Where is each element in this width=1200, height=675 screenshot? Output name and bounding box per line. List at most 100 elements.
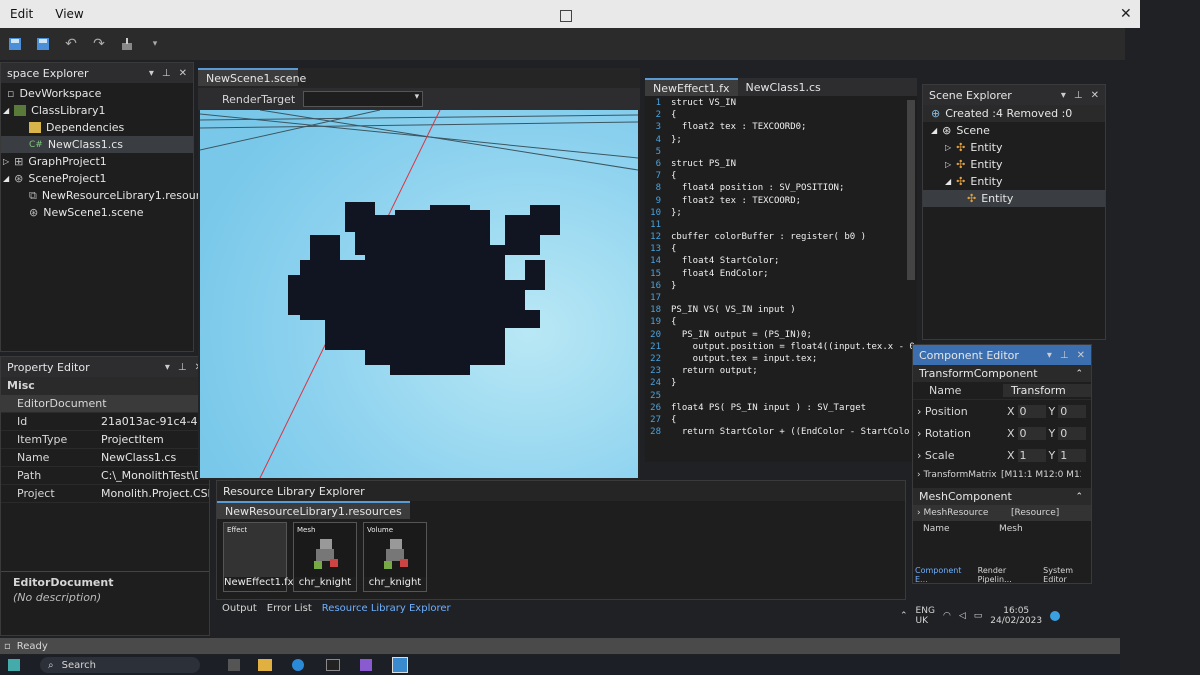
volume-icon[interactable]: ◁: [959, 611, 966, 621]
expand-arrow-icon[interactable]: ◢: [3, 106, 9, 115]
collapse-arrow-icon[interactable]: ▷: [945, 160, 951, 169]
code-line[interactable]: 1 struct VS_IN: [645, 97, 917, 109]
viewport-3d[interactable]: [200, 110, 638, 478]
property-row-project[interactable]: Project Monolith.Project.CShar: [1, 485, 209, 503]
pin-icon[interactable]: ⊥: [1060, 350, 1069, 361]
task-view-icon[interactable]: [228, 659, 240, 671]
expand-arrow-icon[interactable]: ›: [917, 427, 921, 440]
dropdown-icon[interactable]: ▾: [165, 362, 170, 373]
code-line[interactable]: 24}: [645, 377, 917, 389]
code-line[interactable]: 21 output.position = float4((input.tex.x…: [645, 341, 917, 353]
component-row-position[interactable]: › Position X0 Y0: [913, 400, 1091, 422]
property-value[interactable]: 21a013ac-91c4-4cd1-b: [93, 415, 209, 428]
code-line[interactable]: 10};: [645, 207, 917, 219]
tab-error-list[interactable]: Error List: [267, 603, 312, 614]
chevron-up-icon[interactable]: ⌃: [900, 611, 908, 621]
property-header-row[interactable]: EditorDocument: [1, 395, 209, 413]
tab-newscene[interactable]: NewScene1.scene: [198, 68, 306, 86]
code-area[interactable]: 1 struct VS_IN 2{3 float2 tex : TEXCOORD0;…: [645, 96, 917, 438]
component-row-matrix[interactable]: › TransformMatrix [M11:1 M12:0 M13:0 M14: [913, 466, 1091, 484]
file-explorer-icon[interactable]: [258, 659, 272, 671]
code-line[interactable]: 3 float2 tex : TEXCOORD0;: [645, 121, 917, 133]
property-row-name[interactable]: Name NewClass1.cs: [1, 449, 209, 467]
code-line[interactable]: 13 {: [645, 243, 917, 255]
code-line[interactable]: 28 return StartColor + ((EndColor - Star…: [645, 426, 917, 438]
tree-item-dependencies[interactable]: Dependencies: [1, 119, 193, 136]
component-row-scale[interactable]: › Scale X1 Y1: [913, 444, 1091, 466]
dropdown-icon[interactable]: ▾: [1061, 90, 1066, 101]
redo-icon[interactable]: ↷: [90, 35, 108, 53]
tree-item-resourcelibrary[interactable]: ⧉ NewResourceLibrary1.resource: [1, 187, 213, 204]
collapse-icon[interactable]: ⌃: [1075, 369, 1083, 379]
property-value[interactable]: Monolith.Project.CShar: [93, 487, 209, 500]
menu-view[interactable]: View: [55, 7, 83, 21]
scale-y-input[interactable]: 1: [1058, 448, 1087, 462]
code-line[interactable]: 19 {: [645, 316, 917, 328]
code-line[interactable]: 4};: [645, 134, 917, 146]
tab-resource-library-explorer[interactable]: Resource Library Explorer: [322, 603, 451, 614]
taskbar-search[interactable]: ⌕ Search: [40, 657, 200, 673]
tree-item-entity[interactable]: ▷ ✣ Entity: [923, 156, 1105, 173]
restore-icon[interactable]: [560, 10, 572, 22]
property-row-itemtype[interactable]: ItemType ProjectItem: [1, 431, 209, 449]
browser-icon[interactable]: [292, 659, 304, 671]
terminal-icon[interactable]: [326, 659, 340, 671]
code-line[interactable]: 26 float4 PS( PS_IN input ) : SV_Target: [645, 402, 917, 414]
code-line[interactable]: 17: [645, 292, 917, 304]
expand-arrow-icon[interactable]: ›: [917, 508, 921, 518]
tree-item-sceneproject[interactable]: ◢ ⊛ SceneProject1: [1, 170, 193, 187]
language-indicator[interactable]: ENG UK: [916, 606, 935, 626]
dropdown-icon[interactable]: ▾: [149, 68, 154, 79]
section-misc[interactable]: Misc: [1, 377, 209, 395]
clock[interactable]: 16:05 24/02/2023: [990, 606, 1042, 626]
tree-item-entity-selected[interactable]: ✣ Entity: [923, 190, 1105, 207]
visual-studio-icon[interactable]: [360, 659, 372, 671]
battery-icon[interactable]: ▭: [974, 611, 983, 621]
app-icon[interactable]: [392, 657, 408, 673]
close-icon[interactable]: ✕: [1091, 90, 1099, 101]
code-line[interactable]: 11: [645, 219, 917, 231]
code-line[interactable]: 20 PS_IN output = (PS_IN)0;: [645, 329, 917, 341]
component-row-name[interactable]: Name Transform: [913, 382, 1091, 400]
wifi-icon[interactable]: ◠: [943, 611, 951, 621]
pin-icon[interactable]: ⊥: [178, 362, 187, 373]
code-line[interactable]: 8 float4 position : SV_POSITION;: [645, 182, 917, 194]
property-value[interactable]: C:\_MonolithTest\DevW: [93, 469, 209, 482]
resource-item-mesh[interactable]: Mesh chr_knight: [293, 522, 357, 592]
property-value[interactable]: Transform: [1003, 384, 1091, 397]
expand-arrow-icon[interactable]: ›: [917, 470, 921, 480]
tab-output[interactable]: Output: [222, 603, 257, 614]
pin-icon[interactable]: ⊥: [162, 68, 171, 79]
tree-item-devworkspace[interactable]: ▫ DevWorkspace: [1, 85, 193, 102]
close-icon[interactable]: ✕: [1077, 350, 1085, 361]
chevron-down-icon[interactable]: ▾: [146, 35, 164, 53]
notification-icon[interactable]: [1050, 611, 1061, 621]
code-line[interactable]: 6 struct PS_IN: [645, 158, 917, 170]
property-row-id[interactable]: Id 21a013ac-91c4-4cd1-b: [1, 413, 209, 431]
tree-item-scene[interactable]: ◢ ⊛ Scene: [923, 122, 1105, 139]
tab-component-editor[interactable]: Component E...: [915, 566, 968, 584]
tree-item-entity[interactable]: ▷ ✣ Entity: [923, 139, 1105, 156]
code-line[interactable]: 9 float2 tex : TEXCOORD;: [645, 195, 917, 207]
collapse-icon[interactable]: ⌃: [1075, 492, 1083, 502]
property-value[interactable]: ProjectItem: [93, 433, 209, 446]
property-value[interactable]: Mesh: [999, 524, 1023, 534]
render-target-select[interactable]: ▾: [303, 91, 424, 107]
pin-icon[interactable]: ⊥: [1074, 90, 1083, 101]
code-line[interactable]: 15 float4 EndColor;: [645, 268, 917, 280]
close-icon[interactable]: ✕: [1120, 6, 1134, 22]
transform-component-header[interactable]: TransformComponent ⌃: [913, 365, 1091, 382]
property-row-path[interactable]: Path C:\_MonolithTest\DevW: [1, 467, 209, 485]
expand-arrow-icon[interactable]: ›: [917, 449, 921, 462]
mesh-name-row[interactable]: Name Mesh: [913, 521, 1091, 537]
save-all-icon[interactable]: [34, 35, 52, 53]
tree-item-entity[interactable]: ◢ ✣ Entity: [923, 173, 1105, 190]
close-icon[interactable]: ✕: [179, 68, 187, 79]
code-line[interactable]: 27 {: [645, 414, 917, 426]
tree-item-graphproject[interactable]: ▷ ⊞ GraphProject1: [1, 153, 193, 170]
tree-item-classlibrary[interactable]: ◢ ClassLibrary1: [1, 102, 193, 119]
build-icon[interactable]: [118, 35, 136, 53]
collapse-arrow-icon[interactable]: ▷: [945, 143, 951, 152]
code-line[interactable]: 23 return output;: [645, 365, 917, 377]
mesh-resource-row[interactable]: › MeshResource [Resource]: [913, 505, 1091, 521]
